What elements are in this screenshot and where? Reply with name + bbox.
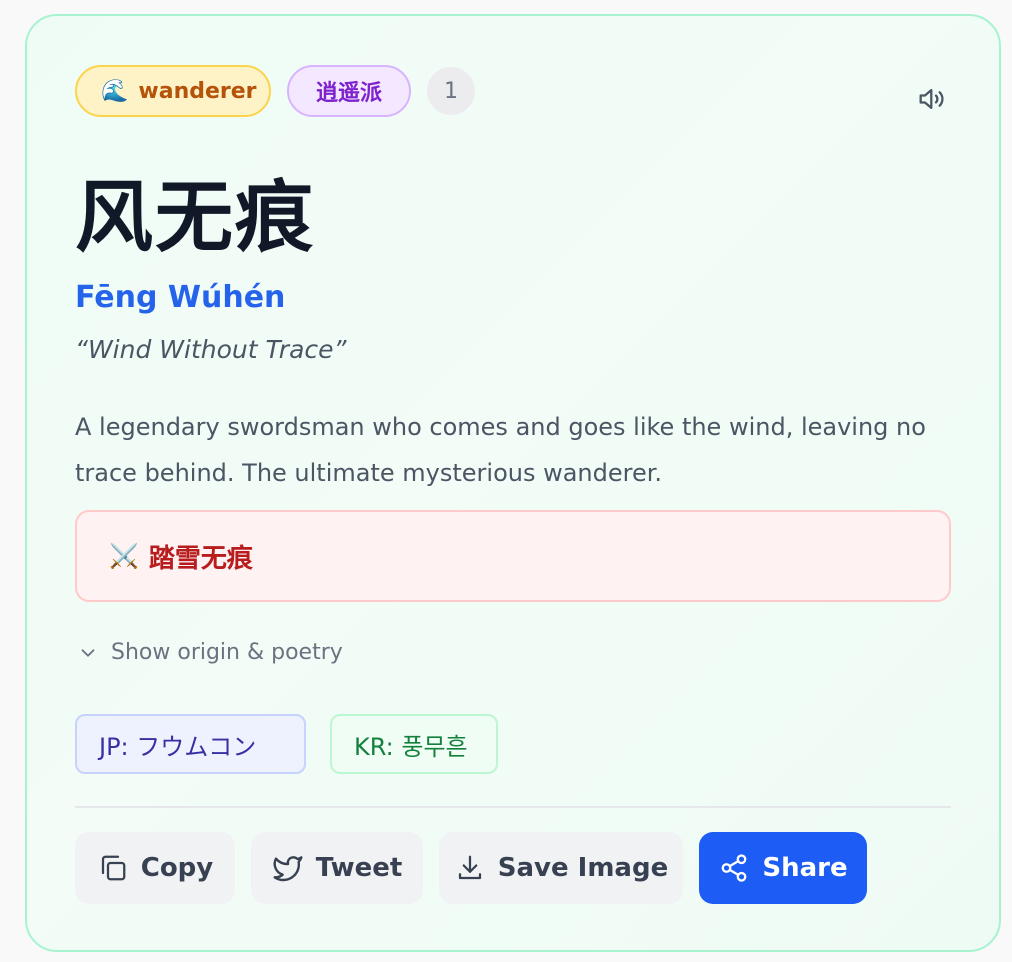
- share-icon: [718, 852, 750, 884]
- signature-skill-box: ⚔️ 踏雪无痕: [75, 510, 951, 602]
- share-button[interactable]: Share: [699, 832, 867, 904]
- school-label: 逍遥派: [315, 81, 382, 106]
- action-bar: Copy Tweet Save Image Share: [75, 832, 883, 904]
- japanese-transliteration: JP: フウムコン: [75, 714, 306, 774]
- count-badge: 1: [427, 67, 475, 115]
- show-origin-label: Show origin & poetry: [111, 640, 343, 665]
- signature-skill-name: 踏雪无痕: [148, 543, 253, 574]
- save-image-button[interactable]: Save Image: [439, 832, 683, 904]
- twitter-icon: [272, 852, 304, 884]
- wave-icon: 🌊: [101, 78, 129, 104]
- korean-transliteration: KR: 풍무흔: [330, 714, 498, 774]
- pronounce-button[interactable]: [913, 80, 951, 118]
- copy-icon: [97, 852, 129, 884]
- copy-label: Copy: [140, 853, 214, 883]
- name-card: 🌊 wanderer 逍遥派 1 风无痕 Fēng Wúhén “Wind Wi…: [25, 14, 1001, 952]
- name-meaning: “Wind Without Trace”: [75, 335, 347, 364]
- show-origin-toggle[interactable]: Show origin & poetry: [77, 640, 343, 665]
- personality-type-badge: 🌊 wanderer: [75, 65, 271, 117]
- chevron-down-icon: [81, 648, 95, 657]
- card-content: 🌊 wanderer 逍遥派 1 风无痕 Fēng Wúhén “Wind Wi…: [75, 16, 951, 950]
- transliterations: JP: フウムコン KR: 풍무흔: [75, 714, 498, 774]
- name-description: A legendary swordsman who comes and goes…: [75, 413, 926, 487]
- school-badge: 逍遥派: [287, 65, 411, 117]
- save-image-label: Save Image: [497, 853, 669, 883]
- tweet-label: Tweet: [315, 853, 403, 883]
- badge-row: 🌊 wanderer 逍遥派 1: [75, 64, 475, 118]
- divider: [75, 806, 951, 808]
- personality-type-label: wanderer: [138, 78, 257, 104]
- tweet-button[interactable]: Tweet: [251, 832, 423, 904]
- download-icon: [454, 852, 486, 884]
- copy-button[interactable]: Copy: [75, 832, 235, 904]
- chinese-name: 风无痕: [75, 172, 316, 263]
- pinyin: Fēng Wúhén: [75, 280, 286, 315]
- speaker-icon: [919, 88, 944, 110]
- share-label: Share: [762, 853, 848, 883]
- crossed-swords-icon: ⚔️: [109, 542, 139, 570]
